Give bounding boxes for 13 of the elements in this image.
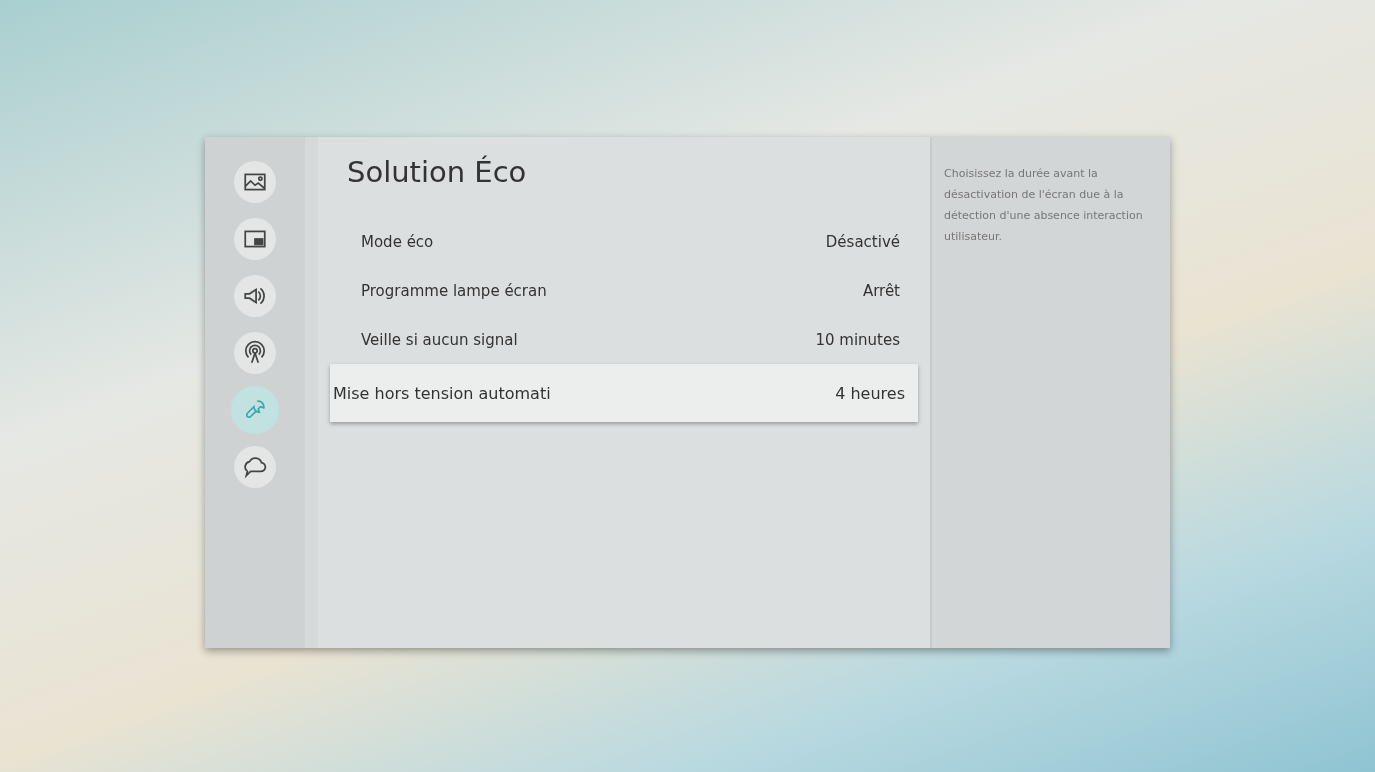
help-text: Choisissez la durée avant la désactivation de l'écran due à la détection d'une absence interaction utilisateur.: [944, 166, 1144, 245]
page-title: Solution Éco: [346, 154, 528, 191]
setting-item[interactable]: Mise hors tension automati 4 heures: [330, 364, 918, 422]
sidebar-item[interactable]: [234, 275, 276, 317]
setting-item[interactable]: Programme lampe écran Arrêt: [361, 266, 900, 315]
antenna-icon: [242, 340, 268, 366]
sidebar-item[interactable]: [234, 218, 276, 260]
setting-item[interactable]: Mode éco Désactivé: [361, 217, 900, 266]
setting-item[interactable]: Veille si aucun signal 10 minutes: [361, 315, 900, 364]
sidebar-item[interactable]: [234, 332, 276, 374]
cloud-icon: [242, 454, 268, 480]
sidebar-item[interactable]: [234, 161, 276, 203]
sidebar-item[interactable]: [234, 446, 276, 488]
